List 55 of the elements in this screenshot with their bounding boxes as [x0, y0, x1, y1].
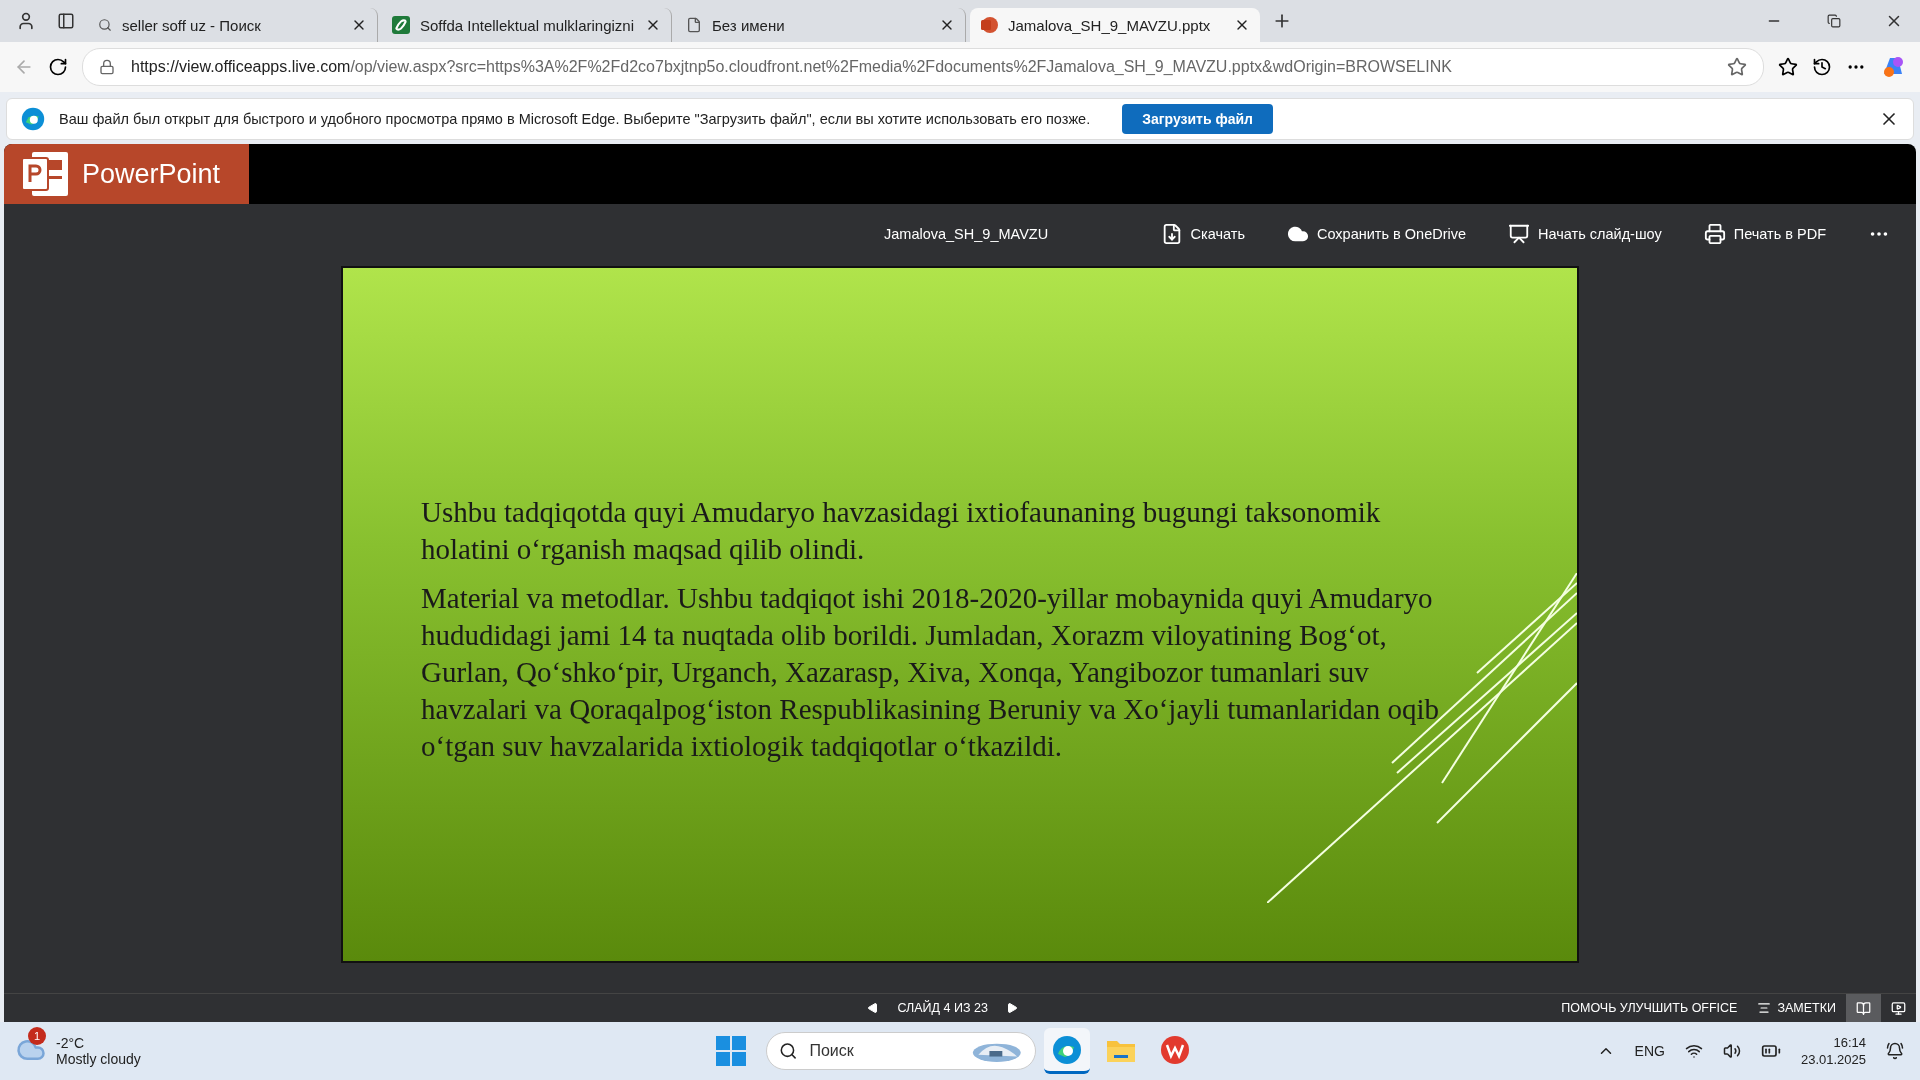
slide-counter: СЛАЙД 4 ИЗ 23 [897, 1001, 988, 1015]
browser-tab[interactable]: Jamalova_SH_9_MAVZU.pptx [970, 8, 1260, 42]
notifications-icon[interactable] [1886, 1042, 1904, 1060]
view-button[interactable] [1846, 994, 1881, 1022]
wps-icon [1160, 1034, 1190, 1065]
tab-title: Jamalova_SH_9_MAVZU.pptx [1008, 16, 1212, 34]
taskbar-app[interactable] [1044, 1028, 1090, 1074]
page-icon [686, 17, 702, 33]
slide-paragraph: Ushbu tadqiqotda quyi Amudaryo havzasidagi ixtiofaunaning bugungi taksonomik holatini o‘rganish maqsad qilib olindi. [421, 495, 1382, 567]
powerpoint-logo-icon [22, 152, 68, 196]
slideshow-icon [1508, 223, 1531, 245]
app-name: PowerPoint [82, 158, 221, 190]
clock-date[interactable]: 23.01.2025 [1800, 1052, 1866, 1067]
previous-slide-icon[interactable] [867, 1002, 880, 1014]
windows-start-icon[interactable] [716, 1036, 746, 1066]
reload-icon[interactable] [48, 57, 68, 77]
lock-icon [99, 59, 115, 75]
file-name: Jamalova_SH_9_MAVZU [884, 226, 1049, 242]
weather-condition: Mostly cloudy [56, 1051, 141, 1067]
language-indicator[interactable]: ENG [1634, 1043, 1665, 1059]
tab-title: Без имени [712, 16, 786, 34]
search-icon [98, 18, 112, 32]
toolbar-button[interactable]: Скачать [1154, 222, 1251, 246]
edge-icon [1052, 1034, 1082, 1065]
wifi-icon[interactable] [1684, 1042, 1703, 1060]
history-icon[interactable] [1812, 57, 1832, 77]
notes-button[interactable]: ЗАМЕТКИ [1747, 994, 1846, 1022]
slideshow-view-icon [1891, 1000, 1906, 1016]
edge-icon [21, 107, 45, 131]
download-file-button[interactable]: Загрузить файл [1122, 104, 1273, 134]
taskbar-search-bar[interactable]: Поиск [766, 1032, 1036, 1070]
tab-title: seller soff uz - Поиск [122, 16, 262, 34]
reading-view-icon [1856, 1000, 1871, 1016]
toolbar-button[interactable]: Начать слайд-шоу [1502, 222, 1668, 246]
toolbar-button[interactable]: Сохранить в OneDrive [1280, 222, 1473, 246]
address-field[interactable]: https://view.officeapps.live.com/op/view.aspx?src=https%3A%2F%2Fd2co7bxjtnp5o.cloudfront.net%2Fmedia%2Fdocuments%2FJamalova_SH_9_MAVZU.pptx&wdOrigin=BROWSELINK [82, 48, 1764, 86]
slide-paragraph: Material va metodlar. Ushbu tadqiqot ishi 2018-2020-yillar mobaynida quyi Amudaryo hududidagi jami 14 ta nuqtada olib borildi. Jumladan, Xorazm viloyatining Bog‘ot, Gurlan, Qo‘shko‘pir, Urganch, Xazarasp, Xiva, Xonqa, Yangibozor tumanlari suv havzalari va Qoraqalpog‘iston Respublikasining Beruniy va Xo‘jayli tumanlaridan oqib o‘tgan suv havzalarida ixtiologik tadqiqotlar o‘tkazildi. [421, 581, 1440, 764]
volume-icon[interactable] [1722, 1042, 1741, 1060]
url-text: https://view.officeapps.live.com/op/view.aspx?src=https%3A%2F%2Fd2co7bxjtnp5o.cloudfront.net%2Fmedia%2Fdocuments%2FJamalova_SH_9_MAVZU.pptx&wdOrigin=BROWSELINK [131, 58, 1452, 76]
notes-icon [1757, 1001, 1772, 1015]
favorite-icon[interactable] [1727, 57, 1747, 77]
toolbar-button[interactable]: Печать в PDF [1697, 222, 1832, 246]
powerpoint-icon [980, 16, 998, 34]
next-slide-icon[interactable] [1005, 1002, 1018, 1014]
info-message: Ваш файл был открыт для быстрого и удобного просмотра прямо в Microsoft Edge. Выберите "Загрузить файл", если вы хотите использовать его позже. [59, 111, 1091, 127]
tab-title: Soffda Intellektual mulklaringizni [420, 16, 635, 34]
search-input[interactable]: Поиск [807, 1041, 962, 1061]
help-improve-link[interactable]: ПОМОЧЬ УЛУЧШИТЬ OFFICE [1551, 994, 1748, 1022]
search-icon [779, 1041, 798, 1061]
clock-time[interactable]: 16:14 [1833, 1035, 1866, 1050]
site-favicon-icon [392, 16, 410, 34]
temperature: -2°C [56, 1035, 86, 1051]
notification-badge: 1 [28, 1026, 46, 1045]
favorites-icon[interactable] [1778, 57, 1798, 77]
print-icon [1703, 223, 1726, 245]
